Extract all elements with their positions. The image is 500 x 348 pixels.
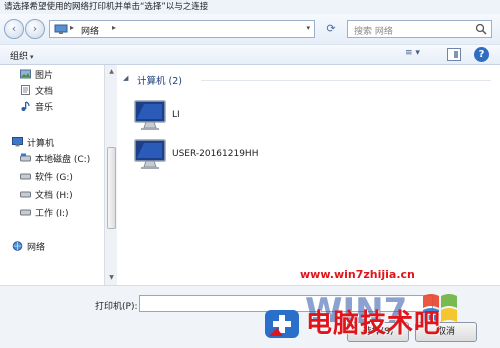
sidebar-item-documents[interactable]: 文档 — [20, 85, 53, 100]
breadcrumb-separator: ▸ — [70, 23, 75, 32]
sidebar-item-drive-g[interactable]: 软件 (G:) — [20, 171, 73, 186]
search-input[interactable]: 搜索 网络 — [354, 24, 393, 37]
monitor-icon — [134, 139, 166, 169]
computer-name: USER-20161219HH — [172, 149, 259, 159]
sidebar-item-label: 文档 (H:) — [35, 191, 73, 201]
address-bar[interactable]: ▸ 网络 ▸ ▾ — [49, 20, 315, 38]
address-dropdown-icon[interactable]: ▾ — [306, 24, 310, 32]
printer-label: 打印机(P): — [95, 302, 138, 312]
sidebar-item-label: 网络 — [27, 243, 46, 253]
chevron-down-icon: ▾ — [30, 53, 34, 61]
content-pane: ◢ 计算机 (2) LI USER-20161219HH — [117, 65, 500, 285]
network-icon — [12, 241, 23, 251]
refresh-icon: ⟳ — [326, 22, 336, 35]
sidebar-item-label: 工作 (I:) — [35, 209, 69, 219]
window-title: 请选择希望使用的网络打印机并单击“选择”以与之连接 — [0, 0, 500, 14]
scroll-up-icon[interactable]: ▲ — [107, 68, 116, 76]
computer-name: LI — [172, 110, 180, 120]
monitor-icon — [134, 100, 166, 130]
search-icon — [475, 23, 487, 35]
drive-icon — [20, 153, 31, 162]
group-divider — [201, 80, 491, 81]
drive-icon — [20, 173, 31, 180]
navigation-pane: 图片 文档 音乐 计算机 本地磁盘 (C:) 软件 (G:) 文档 (H:) 工… — [0, 65, 104, 285]
organize-button[interactable]: 组织 ▾ — [10, 49, 34, 62]
command-toolbar: 组织 ▾ ≡ ▾ ? — [0, 44, 500, 65]
back-button[interactable]: ‹ — [4, 19, 24, 39]
drive-icon — [20, 191, 31, 198]
sidebar-item-network[interactable]: 网络 — [12, 241, 45, 256]
refresh-button[interactable]: ⟳ — [320, 21, 342, 37]
sidebar-item-label: 图片 — [35, 71, 54, 81]
scroll-down-icon[interactable]: ▼ — [107, 274, 116, 282]
breadcrumb-network[interactable]: 网络 — [81, 24, 99, 37]
drive-icon — [20, 209, 31, 216]
collapse-arrow-icon[interactable]: ◢ — [123, 74, 128, 82]
music-icon — [21, 101, 30, 111]
sidebar-item-drive-c[interactable]: 本地磁盘 (C:) — [20, 153, 90, 168]
network-icon — [54, 24, 68, 34]
preview-pane-button[interactable] — [447, 48, 461, 61]
breadcrumb-separator[interactable]: ▸ — [112, 23, 116, 32]
back-arrow-icon: ‹ — [11, 22, 17, 35]
sidebar-item-label: 文档 — [35, 87, 54, 97]
pictures-icon — [20, 69, 31, 79]
sidebar-item-computer[interactable]: 计算机 — [12, 137, 54, 152]
organize-label: 组织 — [10, 52, 29, 62]
navigation-bar: ‹ › ▸ 网络 ▸ ▾ ⟳ 搜索 网络 — [0, 14, 500, 44]
group-title: 计算机 (2) — [137, 76, 182, 87]
help-button[interactable]: ? — [474, 47, 489, 62]
sidebar-item-drive-i[interactable]: 工作 (I:) — [20, 207, 69, 222]
documents-icon — [21, 85, 30, 95]
sidebar-item-drive-h[interactable]: 文档 (H:) — [20, 189, 73, 204]
forward-arrow-icon: › — [32, 22, 38, 35]
computer-icon — [12, 137, 23, 147]
forward-button[interactable]: › — [25, 19, 45, 39]
nav-pane-scrollbar[interactable]: ▲ ▼ — [104, 65, 117, 285]
watermark-url: www.win7zhijia.cn — [300, 268, 415, 281]
group-header-computers[interactable]: ◢ 计算机 (2) — [123, 73, 493, 87]
sidebar-item-label: 本地磁盘 (C:) — [35, 155, 91, 165]
sidebar-item-label: 软件 (G:) — [35, 173, 73, 183]
scroll-thumb[interactable] — [107, 147, 116, 229]
watermark-text: 电脑技术吧 — [306, 309, 442, 339]
change-view-button[interactable]: ≡ ▾ — [405, 48, 431, 62]
sidebar-item-label: 音乐 — [35, 103, 54, 113]
search-box[interactable]: 搜索 网络 — [347, 20, 492, 38]
plus-badge-icon — [265, 310, 299, 338]
sidebar-item-music[interactable]: 音乐 — [20, 101, 53, 116]
sidebar-item-pictures[interactable]: 图片 — [20, 69, 53, 84]
view-icon: ≡ ▾ — [405, 48, 420, 58]
sidebar-item-label: 计算机 — [27, 139, 55, 149]
